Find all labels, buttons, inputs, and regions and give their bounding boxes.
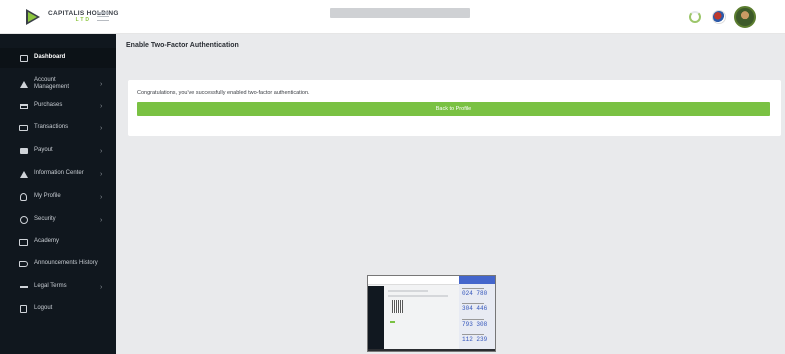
language-flag-icon[interactable] [712, 10, 726, 24]
sidebar-item-logout[interactable]: Logout [0, 303, 116, 315]
sidebar-item-information-center[interactable]: Information Center › [0, 168, 116, 180]
sidebar-item-label: Logout [34, 305, 53, 312]
chevron-right-icon: › [100, 216, 103, 224]
sidebar-item-label: Transactions [34, 124, 69, 131]
sidebar-item-label: Account Management [34, 76, 70, 91]
cart-icon [19, 102, 28, 111]
brand-logo[interactable]: CAPITALIS HOLDING LTD [26, 6, 126, 28]
sidebar-item-legal-terms[interactable]: Legal Terms › [0, 281, 116, 293]
chevron-right-icon: › [100, 283, 103, 291]
sidebar-item-security[interactable]: Security › [0, 214, 116, 226]
video-thumbnail[interactable]: 024 780 304 446 793 308 112 239 [367, 275, 496, 352]
sidebar-item-dashboard[interactable]: Dashboard [0, 52, 116, 64]
sidebar-item-my-profile[interactable]: My Profile › [0, 191, 116, 203]
info-center-icon [19, 170, 28, 179]
avatar[interactable] [734, 6, 756, 28]
sidebar-item-payout[interactable]: Payout › [0, 145, 116, 157]
page-title: Enable Two-Factor Authentication [126, 42, 239, 49]
sidebar: Dashboard Account Management › Purchases… [0, 34, 116, 354]
sidebar-item-label: Academy [34, 238, 60, 245]
hamburger-menu-icon[interactable] [97, 12, 109, 21]
chevron-right-icon: › [100, 170, 103, 178]
sidebar-item-label: My Profile [34, 193, 61, 200]
sidebar-item-transactions[interactable]: Transactions › [0, 122, 116, 134]
account-icon [19, 80, 28, 89]
dashboard-icon [19, 54, 28, 63]
logo-mark-icon [26, 9, 44, 25]
authenticator-codes-panel: 024 780 304 446 793 308 112 239 [459, 276, 495, 351]
key-icon [19, 216, 28, 225]
chevron-right-icon: › [100, 124, 103, 132]
sidebar-item-label: Payout [34, 147, 53, 154]
logout-icon [19, 305, 28, 314]
top-center-bar [330, 8, 470, 18]
sidebar-item-announcements-history[interactable]: Announcements History [0, 258, 116, 270]
top-bar: CAPITALIS HOLDING LTD [0, 0, 785, 34]
sidebar-item-label: Dashboard [34, 54, 66, 61]
chevron-right-icon: › [100, 147, 103, 155]
sidebar-item-account-management[interactable]: Account Management › [0, 76, 116, 92]
megaphone-icon [19, 260, 28, 269]
success-card: Congratulations, you've successfully ena… [128, 80, 781, 136]
chevron-right-icon: › [100, 193, 103, 201]
sidebar-item-label: Purchases [34, 102, 63, 109]
chevron-right-icon: › [100, 80, 103, 88]
back-to-profile-button[interactable]: Back to Profile [137, 102, 770, 116]
sidebar-item-label: Security [34, 216, 56, 223]
wallet-icon [19, 147, 28, 156]
auth-code: 024 780 [462, 290, 488, 297]
page-header: Enable Two-Factor Authentication [116, 34, 785, 56]
auth-code: 304 446 [462, 305, 488, 312]
loading-spinner-icon [689, 11, 701, 23]
sidebar-item-label: Legal Terms [34, 283, 67, 290]
sidebar-item-label: Announcements History [34, 260, 98, 267]
sidebar-item-purchases[interactable]: Purchases › [0, 100, 116, 112]
chevron-right-icon: › [100, 102, 103, 110]
success-message: Congratulations, you've successfully ena… [137, 90, 310, 96]
auth-code: 793 308 [462, 321, 488, 328]
user-icon [19, 193, 28, 202]
book-icon [19, 238, 28, 247]
scale-icon [19, 283, 28, 292]
auth-code: 112 239 [462, 336, 488, 343]
card-icon [19, 124, 28, 133]
qr-code-icon [392, 300, 403, 313]
sidebar-item-academy[interactable]: Academy [0, 236, 116, 248]
sidebar-item-label: Information Center [34, 170, 84, 177]
